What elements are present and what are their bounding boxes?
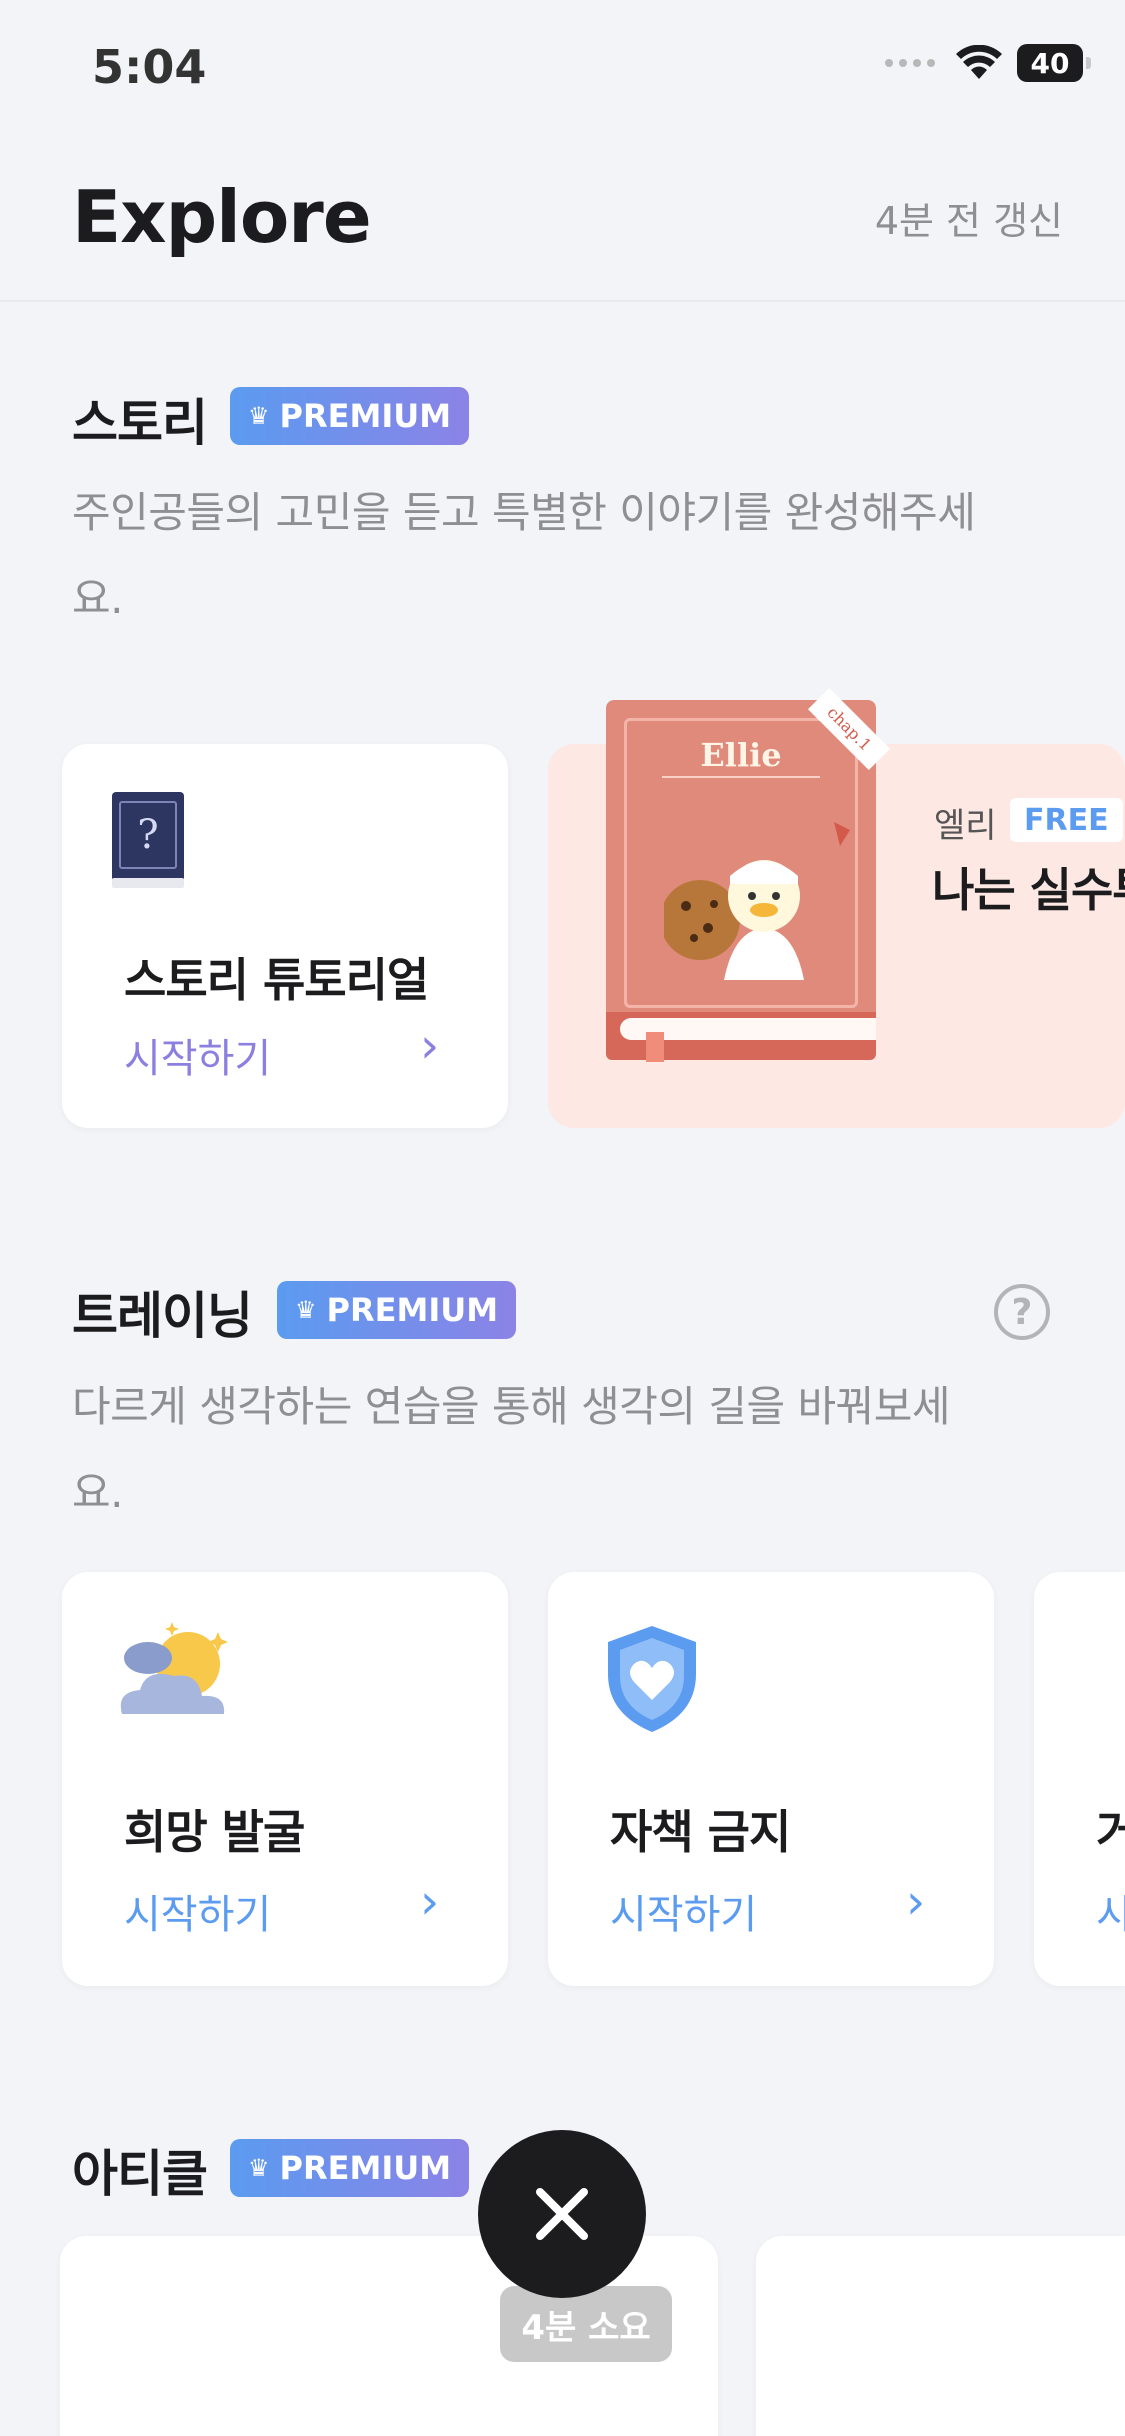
no-self-blame-card[interactable]: 자책 금지 시작하기 › <box>548 1572 994 1986</box>
story-description-line-2: 요. <box>72 574 124 623</box>
ellie-story-title: 나는 실수투 <box>932 863 1125 917</box>
training-card-3-start-link[interactable]: 시 <box>1096 1882 1125 1940</box>
training-premium-label: PREMIUM <box>326 1291 499 1329</box>
hope-discovery-start-link[interactable]: 시작하기 <box>124 1882 271 1940</box>
header-divider <box>0 300 1125 302</box>
heart-shield-icon <box>608 1626 696 1732</box>
training-section-title: 트레이닝 <box>72 1287 253 1345</box>
story-description-line-1: 주인공들의 고민을 듣고 특별한 이야기를 완성해주세 <box>72 488 976 537</box>
article-duration-badge: 4분 소요 <box>500 2286 672 2362</box>
training-card-3-title: 거 <box>1096 1805 1125 1859</box>
weather-icon <box>120 1622 228 1714</box>
wifi-icon <box>956 45 1002 79</box>
story-section-description: 주인공들의 고민을 듣고 특별한 이야기를 완성해주세 요. <box>72 470 1072 642</box>
hope-discovery-card[interactable]: 희망 발굴 시작하기 › <box>62 1572 508 1986</box>
status-icons: 40 <box>885 44 1091 82</box>
signal-icon <box>885 59 935 67</box>
article-section-title: 아티클 <box>72 2145 208 2203</box>
battery-icon: 40 <box>1017 44 1091 82</box>
status-time: 5:04 <box>92 40 207 94</box>
training-section-description: 다르게 생각하는 연습을 통해 생각의 길을 바꿔보세 요. <box>72 1364 1072 1536</box>
free-badge: FREE <box>1010 798 1123 842</box>
help-icon[interactable]: ? <box>994 1284 1050 1340</box>
crown-icon: ♛ <box>248 402 270 430</box>
story-premium-label: PREMIUM <box>279 397 452 435</box>
story-tutorial-title: 스토리 튜토리얼 <box>124 953 429 1007</box>
article-card-2[interactable] <box>756 2236 1125 2436</box>
training-card-3[interactable]: 거 시 <box>1034 1572 1125 1986</box>
chevron-right-icon[interactable]: › <box>420 1018 439 1074</box>
training-description-line-1: 다르게 생각하는 연습을 통해 생각의 길을 바꿔보세 <box>72 1382 951 1431</box>
story-section-title: 스토리 <box>72 394 208 452</box>
chevron-right-icon[interactable]: › <box>420 1874 439 1930</box>
article-premium-label: PREMIUM <box>279 2149 452 2187</box>
no-self-blame-title: 자책 금지 <box>610 1805 791 1859</box>
character-name: 엘리 <box>934 806 997 846</box>
chevron-right-icon[interactable]: › <box>906 1874 925 1930</box>
question-book-icon: ? <box>112 792 184 888</box>
story-tutorial-card[interactable]: ? 스토리 튜토리얼 시작하기 › <box>62 744 508 1128</box>
article-premium-badge: ♛ PREMIUM <box>230 2139 470 2197</box>
training-description-line-2: 요. <box>72 1468 124 1517</box>
ellie-book-cover[interactable]: Ellie chap.1 <box>606 687 891 1062</box>
crown-icon: ♛ <box>248 2154 270 2182</box>
crown-icon: ♛ <box>295 1296 317 1324</box>
bookmark-icon <box>646 1032 664 1062</box>
hope-discovery-title: 희망 발굴 <box>124 1805 305 1859</box>
close-button[interactable] <box>478 2130 646 2298</box>
svg-text:?: ? <box>137 812 158 858</box>
story-tutorial-start-link[interactable]: 시작하기 <box>124 1026 271 1084</box>
no-self-blame-start-link[interactable]: 시작하기 <box>610 1882 757 1940</box>
training-premium-badge: ♛ PREMIUM <box>277 1281 517 1339</box>
story-premium-badge: ♛ PREMIUM <box>230 387 470 445</box>
page-title: Explore <box>72 175 372 259</box>
last-updated-text: 4분 전 갱신 <box>874 199 1063 243</box>
close-icon <box>536 2188 588 2240</box>
duck-nurse-illustration <box>664 822 850 980</box>
